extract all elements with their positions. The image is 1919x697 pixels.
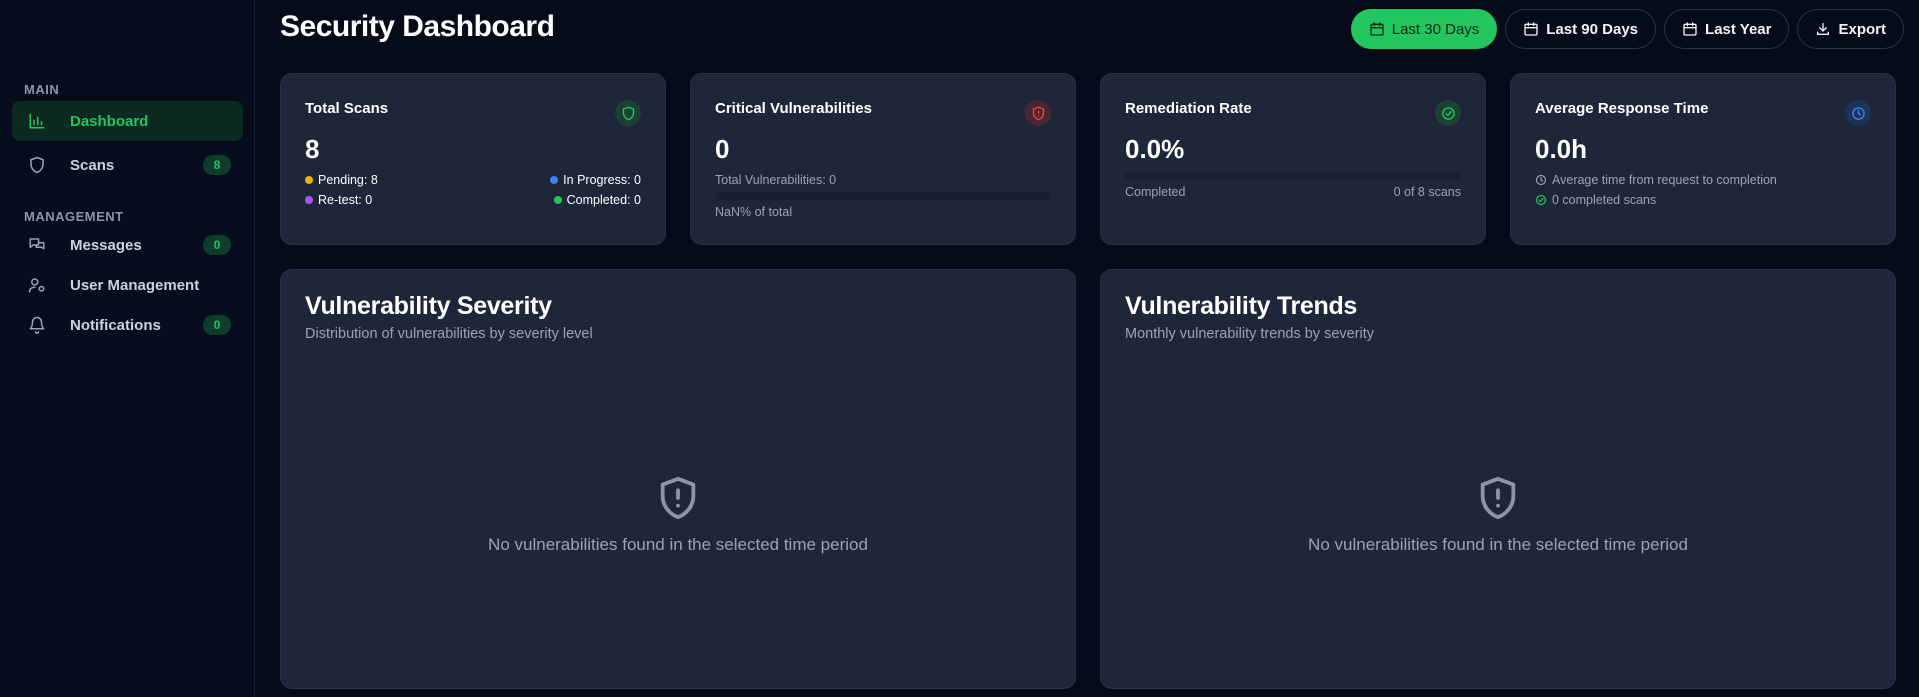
button-label: Export — [1838, 20, 1886, 38]
button-label: Last 30 Days — [1391, 20, 1480, 38]
vulnerability-trends-panel: Vulnerability Trends Monthly vulnerabili… — [1100, 269, 1896, 689]
clock-icon — [1535, 174, 1547, 186]
retest-label: Re-test: 0 — [318, 193, 373, 207]
remediation-progress-bar — [1125, 172, 1461, 180]
button-label: Last Year — [1705, 20, 1772, 38]
last-year-button[interactable]: Last Year — [1664, 9, 1790, 49]
header-actions: Last 30 Days Last 90 Days Last Year Expo… — [1350, 9, 1904, 49]
sidebar-item-label: Scans — [70, 156, 115, 174]
remediation-right-label: 0 of 8 scans — [1393, 185, 1461, 199]
last-90-days-button[interactable]: Last 90 Days — [1505, 9, 1657, 49]
retest-dot — [305, 196, 313, 204]
card-icon-wrap — [1845, 100, 1871, 126]
in-progress-label: In Progress: 0 — [563, 173, 641, 187]
shield-alert-icon — [660, 476, 696, 520]
check-circle-icon — [1535, 194, 1547, 206]
shield-alert-icon — [1480, 476, 1516, 520]
panel-title: Vulnerability Trends — [1125, 292, 1358, 320]
critical-value: 0 — [715, 134, 730, 164]
pending-stat: Pending: 8 — [305, 173, 378, 187]
check-circle-icon — [1441, 106, 1455, 120]
average-response-time-card: Average Response Time 0.0h Average time … — [1510, 73, 1896, 245]
panel-title: Vulnerability Severity — [305, 292, 552, 320]
completed-label: Completed: 0 — [566, 193, 641, 207]
empty-state: No vulnerabilities found in the selected… — [1101, 475, 1895, 555]
button-label: Last 90 Days — [1546, 20, 1639, 38]
page-title: Security Dashboard — [280, 10, 555, 43]
sidebar-item-messages[interactable]: Messages 0 — [12, 225, 243, 265]
empty-state: No vulnerabilities found in the selected… — [281, 475, 1075, 555]
critical-vulnerabilities-card: Critical Vulnerabilities 0 Total Vulnera… — [690, 73, 1076, 245]
panel-subtitle: Distribution of vulnerabilities by sever… — [305, 326, 593, 342]
critical-percent-text: NaN% of total — [715, 205, 793, 219]
vulnerability-severity-panel: Vulnerability Severity Distribution of v… — [280, 269, 1076, 689]
notifications-count-badge: 0 — [203, 315, 231, 335]
calendar-icon — [1370, 22, 1384, 36]
clock-icon — [1851, 106, 1865, 120]
sidebar-item-scans[interactable]: Scans 8 — [12, 145, 243, 185]
calendar-icon — [1683, 22, 1697, 36]
card-title: Total Scans — [305, 100, 389, 117]
bell-icon — [29, 316, 45, 334]
export-button[interactable]: Export — [1797, 9, 1904, 49]
panel-subtitle: Monthly vulnerability trends by severity — [1125, 326, 1375, 342]
messages-count-badge: 0 — [203, 235, 231, 255]
completed-scans-text: 0 completed scans — [1552, 193, 1657, 207]
empty-state-text: No vulnerabilities found in the selected… — [488, 535, 868, 554]
response-time-value: 0.0h — [1535, 134, 1588, 164]
sidebar-item-user-management[interactable]: User Management — [12, 265, 243, 305]
sidebar: MAIN Dashboard Scans 8 MANAGEMENT Messag… — [0, 0, 255, 697]
completed-stat: Completed: 0 — [553, 193, 641, 207]
pending-label: Pending: 8 — [318, 173, 378, 187]
retest-stat: Re-test: 0 — [305, 193, 372, 207]
card-title: Critical Vulnerabilities — [715, 100, 872, 117]
download-icon — [1817, 23, 1830, 35]
user-cog-icon — [28, 278, 45, 293]
sidebar-section-main: MAIN — [24, 82, 60, 97]
calendar-icon — [1524, 22, 1538, 36]
last-30-days-button[interactable]: Last 30 Days — [1350, 9, 1498, 49]
sidebar-item-label: Dashboard — [70, 112, 149, 130]
remediation-value: 0.0% — [1125, 134, 1185, 164]
empty-state-text: No vulnerabilities found in the selected… — [1308, 535, 1688, 554]
sidebar-item-label: Notifications — [70, 316, 161, 334]
response-description: Average time from request to completion — [1535, 173, 1777, 187]
pending-dot — [305, 176, 313, 184]
total-scans-card: Total Scans 8 Pending: 8 In Progress: 0 … — [280, 73, 666, 245]
card-icon-wrap — [615, 100, 641, 126]
sidebar-item-label: Messages — [70, 236, 142, 254]
total-scans-value: 8 — [305, 134, 320, 164]
sidebar-section-management: MANAGEMENT — [24, 209, 124, 224]
sidebar-item-label: User Management — [70, 276, 200, 294]
completed-scans-count: 0 completed scans — [1535, 193, 1656, 207]
remediation-left-label: Completed — [1125, 185, 1186, 199]
card-icon-wrap — [1435, 100, 1461, 126]
scans-count-badge: 8 — [203, 155, 231, 175]
completed-dot — [553, 196, 562, 204]
in-progress-stat: In Progress: 0 — [550, 173, 641, 187]
in-progress-dot — [550, 176, 559, 184]
bar-chart-icon — [29, 113, 45, 129]
response-description-text: Average time from request to completion — [1552, 173, 1777, 187]
card-title: Average Response Time — [1535, 100, 1709, 117]
critical-progress-bar — [715, 192, 1051, 200]
sidebar-item-notifications[interactable]: Notifications 0 — [12, 305, 243, 345]
shield-icon — [622, 106, 634, 120]
shield-icon — [30, 156, 44, 174]
remediation-rate-card: Remediation Rate 0.0% Completed 0 of 8 s… — [1100, 73, 1486, 245]
sidebar-item-dashboard[interactable]: Dashboard — [12, 101, 243, 141]
messages-icon — [29, 238, 45, 250]
card-icon-wrap — [1025, 100, 1051, 126]
shield-alert-icon — [1032, 106, 1044, 120]
card-title: Remediation Rate — [1125, 100, 1252, 117]
total-vulnerabilities-text: Total Vulnerabilities: 0 — [715, 173, 837, 187]
